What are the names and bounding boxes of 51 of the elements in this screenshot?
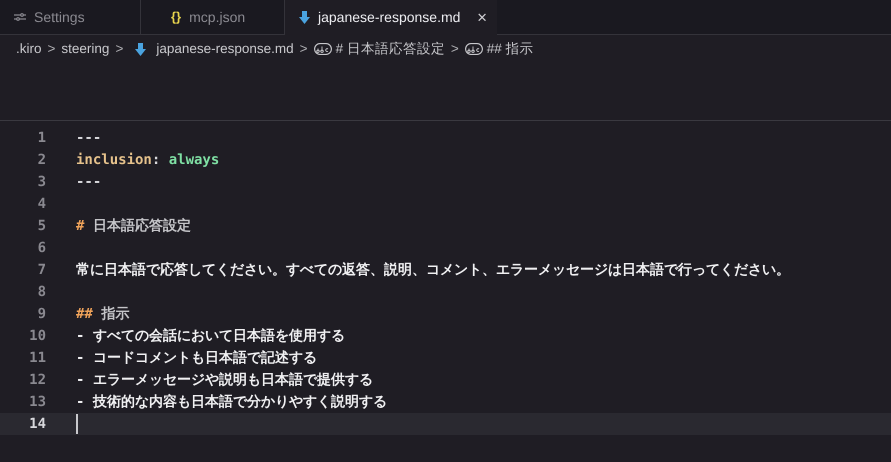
breadcrumb-item[interactable]: # 日本語応答設定 [336,38,445,60]
line-number: 13 [28,392,46,412]
editor-tab[interactable]: {} mcp.json [141,0,285,35]
code-text: - 技術的な内容も日本語で分かりやすく説明する [76,392,387,412]
close-icon[interactable]: × [477,4,487,30]
editor-tab[interactable]: japanese-response.md × [285,0,497,35]
breadcrumb-item[interactable]: steering [61,38,110,60]
tab-label: mcp.json [189,8,246,27]
breadcrumb-item[interactable]: .kiro [16,38,42,60]
chevron-icon: > [300,38,308,60]
braces-icon: {} [171,7,182,27]
text-cursor [76,414,78,434]
code-text: 日本語応答設定 [92,216,191,236]
line-number: 7 [36,260,46,280]
line-number: 14 [28,414,46,434]
code-text: 常に日本語で応答してください。すべての返答、説明、コメント、エラーメッセージは日本語で行ってください。 [76,260,790,280]
line-number: 10 [28,326,46,346]
code-text: --- [76,128,102,148]
code-text: - すべての会話において日本語を使用する [76,326,345,346]
line-number: 2 [36,150,46,170]
line-number: 5 [36,216,46,236]
breadcrumb-item[interactable]: ## 指示 [486,38,534,60]
down-arrow-icon [299,11,310,24]
chevron-icon: > [450,38,459,60]
code-text: inclusion [76,150,152,170]
breadcrumb-item[interactable]: japanese-response.md [156,38,294,60]
line-number: 8 [36,282,46,302]
line-number: 4 [36,194,46,214]
code-text: # [76,216,84,236]
tab-label: japanese-response.md [318,8,460,27]
code-text: ## [76,304,93,324]
code-text: : [152,150,162,170]
line-number: 6 [36,238,46,258]
abc-icon [464,43,483,55]
code-text: --- [76,172,102,192]
chevron-icon: > [115,38,124,60]
code-text: always [168,150,220,170]
tab-label: Settings [34,8,85,27]
editor-tab[interactable]: Settings [0,0,141,35]
code-text: - コードコメントも日本語で記述する [76,348,317,368]
abc-icon [314,43,332,55]
settings-icon [14,12,26,22]
code-text: - エラーメッセージや説明も日本語で提供する [76,370,373,390]
chevron-icon: > [48,38,56,60]
line-number: 12 [28,370,46,390]
code-text: 指示 [100,304,130,324]
line-number: 1 [36,128,46,148]
line-number: 9 [36,304,46,324]
down-arrow-icon [135,42,146,56]
line-number: 3 [36,172,46,192]
line-number: 11 [28,348,46,368]
